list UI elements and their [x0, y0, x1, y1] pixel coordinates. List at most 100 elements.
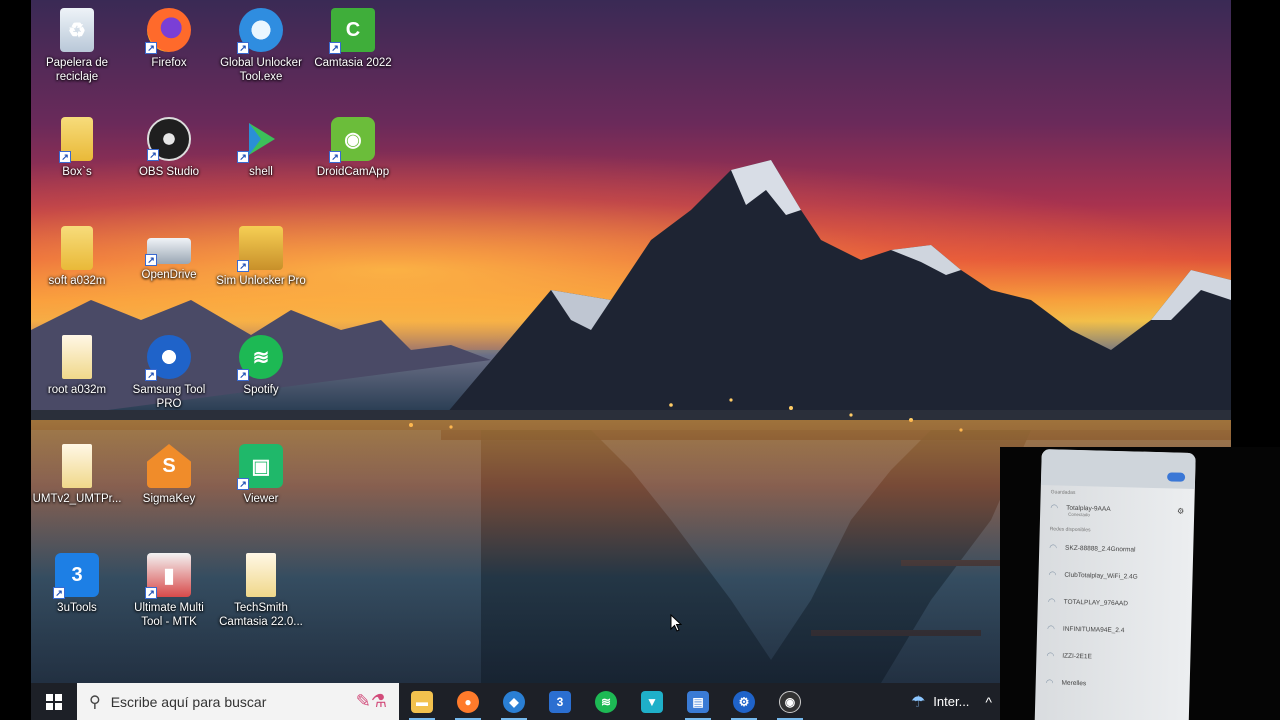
- desktop-icon-sim-unlocker[interactable]: ↗ Sim Unlocker Pro: [215, 220, 307, 288]
- screen: ♻ Papelera de reciclaje ↗ Firefox ↗ Glob…: [0, 0, 1280, 720]
- wifi-icon: ◠: [1047, 623, 1056, 634]
- obs-icon: ◉: [779, 690, 801, 713]
- start-button[interactable]: [31, 683, 77, 720]
- desktop-icon-label: root a032m: [47, 384, 107, 396]
- desktop-icon-label: Camtasia 2022: [314, 57, 392, 69]
- app-icon: ◆: [503, 690, 525, 713]
- wifi-icon: ◠: [1046, 650, 1055, 661]
- taskbar-app-blue[interactable]: ◆: [491, 683, 537, 720]
- desktop-icon-boxs[interactable]: ↗ Box`s: [31, 111, 123, 179]
- wifi-icon: ◠: [1045, 677, 1054, 688]
- desktop-icon-recycle-bin[interactable]: ♻ Papelera de reciclaje: [31, 2, 123, 84]
- taskbar-app-obs[interactable]: ◉: [767, 683, 813, 720]
- gear-icon[interactable]: ⚙: [1177, 506, 1184, 515]
- desktop-icon-label: OBS Studio: [138, 166, 200, 178]
- desktop-icon-label: 3uTools: [57, 602, 97, 614]
- sigmakey-icon: S: [147, 444, 191, 488]
- wifi-icon: ◠: [1047, 596, 1056, 607]
- desktop-icon-label: Firefox: [151, 57, 187, 69]
- desktop-icon-shell[interactable]: ↗ shell: [215, 111, 307, 179]
- desktop-icon-camtasia[interactable]: C ↗ Camtasia 2022: [307, 2, 399, 70]
- desktop-icon-label: Viewer: [243, 493, 279, 505]
- taskbar-app-spotify[interactable]: ≋: [583, 683, 629, 720]
- network-name: IZZI-2E1E: [1062, 652, 1092, 661]
- sim-unlocker-icon: ↗: [237, 226, 283, 272]
- desktop-icon-label: Ultimate Multi Tool - MTK: [134, 602, 204, 628]
- wifi-network-item[interactable]: ◠ IZZI-2E1E: [1036, 642, 1191, 673]
- desktop-icon-opendrive[interactable]: ↗ OpenDrive: [123, 220, 215, 282]
- monitor-icon: ▤: [687, 690, 709, 713]
- search-box[interactable]: ⚲ Escribe aquí para buscar ✎⚗: [77, 683, 399, 720]
- desktop-icon-label: DroidCamApp: [316, 166, 390, 178]
- network-name: SKZ-88888_2.4Gnormal: [1065, 544, 1136, 554]
- taskbar: ⚲ Escribe aquí para buscar ✎⚗ ▬ ● ◆ 3 ≋ …: [31, 683, 1000, 720]
- tray-label[interactable]: Inter...: [933, 694, 969, 709]
- wifi-network-item[interactable]: ◠ ClubTotalplay_WiFi_2.4G: [1038, 561, 1193, 592]
- droidcam-icon: ◉ ↗: [329, 117, 375, 163]
- viewer-icon: ▣ ↗: [237, 444, 283, 490]
- desktop-icon-label: Spotify: [243, 384, 279, 396]
- desktop-icon-umt[interactable]: UMTv2_UMTPr...: [31, 438, 123, 506]
- search-placeholder: Escribe aquí para buscar: [110, 693, 267, 710]
- 3utools-icon: 3: [549, 690, 571, 713]
- desktop-icon-droidcam[interactable]: ◉ ↗ DroidCamApp: [307, 111, 399, 179]
- folder-icon: [62, 335, 92, 379]
- network-name: Merelles: [1061, 679, 1087, 688]
- desktop-icon-firefox[interactable]: ↗ Firefox: [123, 2, 215, 70]
- phone-wifi-screen: Guardadas ◠ Totalplay-9AAA ⚙ Conectado R…: [1034, 449, 1196, 720]
- desktop-icon-label: TechSmith Camtasia 22.0...: [219, 602, 303, 628]
- taskbar-app-firefox[interactable]: ●: [445, 683, 491, 720]
- wifi-icon: ◠: [1050, 501, 1059, 512]
- search-highlight-icon[interactable]: ✎⚗: [356, 691, 387, 712]
- taskbar-app-shield[interactable]: ▼: [629, 683, 675, 720]
- wifi-network-item[interactable]: ◠ TOTALPLAY_976AAD: [1037, 588, 1192, 619]
- wifi-icon: ◠: [1048, 569, 1057, 580]
- spotify-icon: ≋: [595, 690, 617, 713]
- wifi-network-item[interactable]: ◠ Merelles: [1035, 669, 1190, 700]
- folder-icon: ▬: [411, 690, 433, 713]
- wifi-network-item[interactable]: ◠ SKZ-88888_2.4Gnormal: [1039, 534, 1194, 565]
- shell-icon: ↗: [237, 117, 283, 163]
- recycle-bin-icon: ♻: [60, 8, 94, 52]
- desktop-icon-label: Samsung Tool PRO: [132, 384, 206, 410]
- taskbar-app-3utools[interactable]: 3: [537, 683, 583, 720]
- taskbar-app-samsung-tool[interactable]: ⚙: [721, 683, 767, 720]
- gear-icon: ⚙: [733, 690, 755, 713]
- desktop-icon-label: UMTv2_UMTPr...: [32, 493, 122, 505]
- phone-header: [1040, 449, 1196, 490]
- wifi-icon: ◠: [1049, 542, 1058, 553]
- global-unlocker-icon: ↗: [237, 8, 283, 54]
- taskbar-app-file-explorer[interactable]: ▬: [399, 683, 445, 720]
- desktop-icon-label: Sim Unlocker Pro: [216, 275, 306, 287]
- wifi-toggle[interactable]: [1167, 472, 1186, 482]
- desktop-icon-soft-a032m[interactable]: soft a032m: [31, 220, 123, 288]
- desktop-icon-ultimate-multi-tool[interactable]: ▮ ↗ Ultimate Multi Tool - MTK: [123, 547, 215, 629]
- desktop-icon-techsmith-camtasia[interactable]: TechSmith Camtasia 22.0...: [215, 547, 307, 629]
- desktop-icon-root-a032m[interactable]: root a032m: [31, 329, 123, 397]
- taskbar-app-monitor[interactable]: ▤: [675, 683, 721, 720]
- desktop-icon-3utools[interactable]: 3 ↗ 3uTools: [31, 547, 123, 615]
- search-icon: ⚲: [89, 693, 101, 711]
- folder-icon: [61, 226, 93, 270]
- desktop-icon-sigmakey[interactable]: S SigmaKey: [123, 438, 215, 506]
- desktop-icon-global-unlocker[interactable]: ↗ Global Unlocker Tool.exe: [215, 2, 307, 84]
- opendrive-icon: ↗: [145, 238, 191, 266]
- network-name: TOTALPLAY_976AAD: [1063, 598, 1129, 608]
- desktop-icon-label: OpenDrive: [141, 269, 197, 281]
- desktop-icon-viewer[interactable]: ▣ ↗ Viewer: [215, 438, 307, 506]
- spotify-icon: ≋ ↗: [237, 335, 283, 381]
- network-name: ClubTotalplay_WiFi_2.4G: [1064, 571, 1138, 581]
- firefox-icon: ↗: [145, 8, 191, 54]
- desktop-icon-label: SigmaKey: [142, 493, 196, 505]
- network-name: INFINITUMA94E_2.4: [1062, 625, 1125, 635]
- desktop-icon-samsung-tool[interactable]: ↗ Samsung Tool PRO: [123, 329, 215, 411]
- desktop-icon-spotify[interactable]: ≋ ↗ Spotify: [215, 329, 307, 397]
- wifi-network-item[interactable]: ◠ INFINITUMA94E_2.4: [1037, 615, 1192, 646]
- samsung-tool-icon: ↗: [145, 335, 191, 381]
- obs-icon: ↗: [147, 117, 191, 161]
- chevron-up-icon[interactable]: ^: [985, 694, 992, 710]
- mouse-cursor-icon: [670, 614, 682, 632]
- weather-umbrella-icon[interactable]: ☂: [911, 692, 925, 712]
- desktop-icon-obs[interactable]: ↗ OBS Studio: [123, 111, 215, 179]
- folder-icon: ↗: [59, 117, 93, 163]
